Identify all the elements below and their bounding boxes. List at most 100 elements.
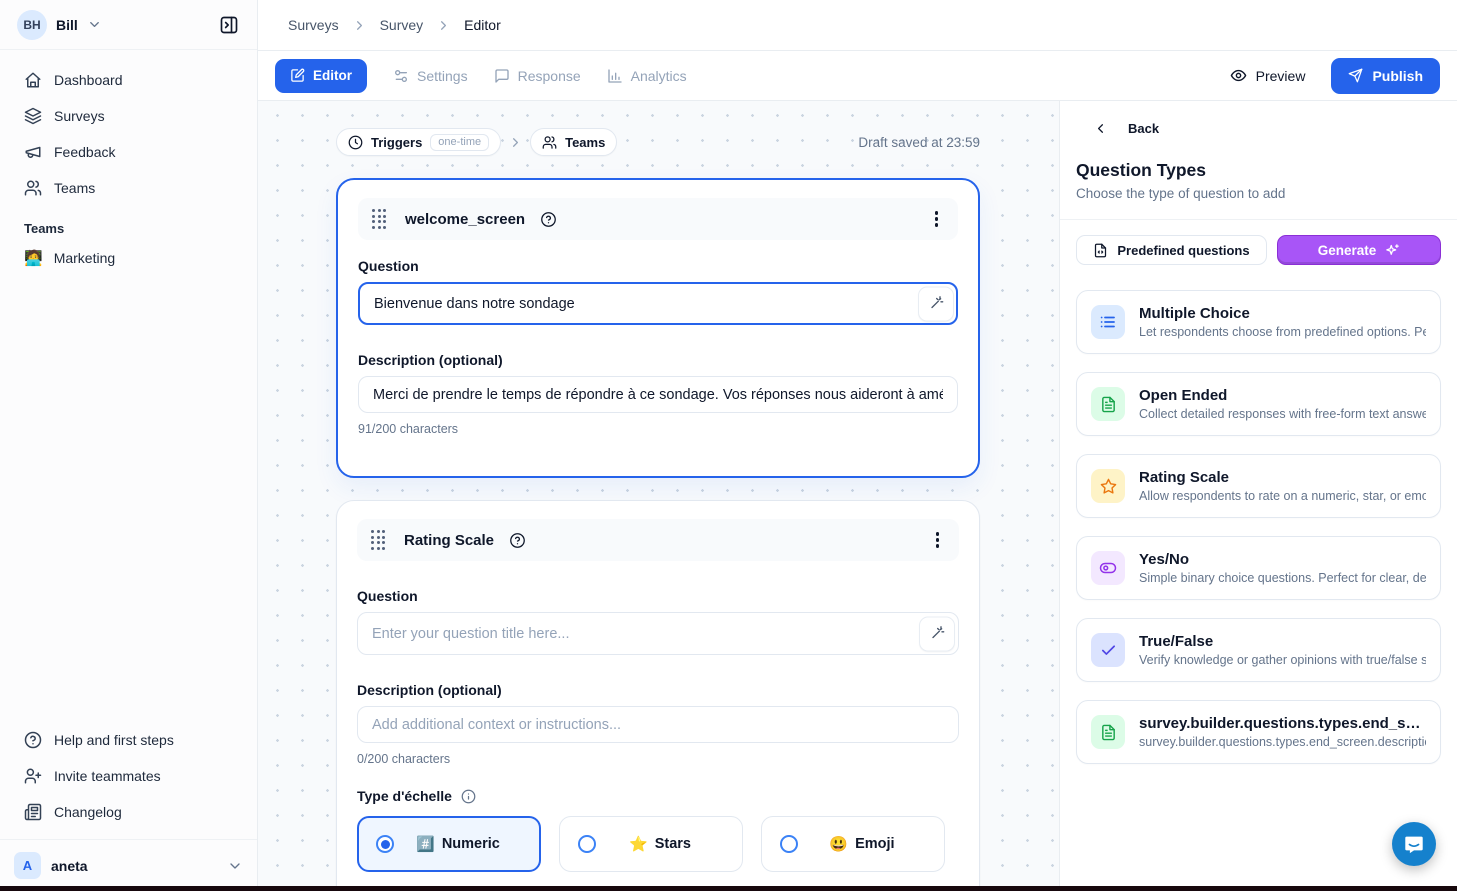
radio-icon[interactable] [578, 835, 596, 853]
chevron-right-icon [352, 18, 367, 33]
predefined-questions-button[interactable]: Predefined questions [1076, 235, 1267, 265]
question-card-header: Rating Scale [357, 519, 959, 561]
one-time-badge: one-time [430, 134, 489, 151]
type-card-rating-scale[interactable]: Rating Scale Allow respondents to rate o… [1076, 454, 1441, 518]
generate-label: Generate [1318, 243, 1377, 258]
type-card-end-screen[interactable]: survey.builder.questions.types.end_scr..… [1076, 700, 1441, 764]
char-count: 0/200 characters [357, 752, 959, 766]
account-menu[interactable]: A aneta [0, 839, 257, 891]
question-type-list: Multiple Choice Let respondents choose f… [1076, 290, 1441, 764]
drag-handle-icon[interactable] [371, 530, 385, 550]
sidebar-item-label: Teams [54, 180, 95, 196]
account-name: aneta [51, 858, 88, 874]
help-circle-icon [24, 731, 42, 749]
info-icon[interactable] [461, 789, 476, 804]
type-name: Open Ended [1139, 387, 1426, 404]
generate-button[interactable]: Generate [1277, 235, 1441, 265]
sidebar-item-dashboard[interactable]: Dashboard [12, 63, 245, 97]
char-count: 91/200 characters [358, 422, 958, 436]
sidebar-item-label: Changelog [54, 804, 122, 820]
publish-label: Publish [1372, 68, 1423, 84]
question-title-input[interactable] [357, 612, 959, 655]
tab-settings[interactable]: Settings [393, 68, 468, 84]
type-card-yes-no[interactable]: Yes/No Simple binary choice questions. P… [1076, 536, 1441, 600]
magic-wand-icon[interactable] [919, 616, 955, 651]
sidebar-item-invite[interactable]: Invite teammates [12, 759, 245, 793]
scale-option-emoji[interactable]: 😃 Emoji [761, 816, 945, 872]
type-name: Yes/No [1139, 551, 1426, 568]
radio-selected-icon[interactable] [376, 835, 394, 853]
send-icon [1348, 68, 1363, 83]
list-icon [1091, 305, 1125, 339]
preview-label: Preview [1256, 68, 1306, 84]
breadcrumb-surveys[interactable]: Surveys [288, 17, 339, 33]
bottom-edge-strip [0, 886, 1457, 891]
type-card-true-false[interactable]: True/False Verify knowledge or gather op… [1076, 618, 1441, 682]
breadcrumb-survey[interactable]: Survey [380, 17, 424, 33]
sidebar: BH Bill Dashboard Surveys Feedback [0, 0, 258, 891]
teams-chip[interactable]: Teams [530, 128, 617, 156]
check-icon [1091, 633, 1125, 667]
panel-title: Question Types [1076, 160, 1441, 181]
scale-option-label: Emoji [855, 836, 894, 852]
sparkles-icon [1385, 243, 1400, 258]
editor-toolbar: Editor Settings Response Analytics Prev [258, 51, 1457, 101]
drag-handle-icon[interactable] [372, 209, 386, 229]
tab-label: Settings [417, 68, 468, 84]
sidebar-item-changelog[interactable]: Changelog [12, 795, 245, 829]
type-card-multiple-choice[interactable]: Multiple Choice Let respondents choose f… [1076, 290, 1441, 354]
question-description-input[interactable] [358, 376, 958, 413]
scale-option-stars[interactable]: ⭐ Stars [559, 816, 743, 872]
type-card-open-ended[interactable]: Open Ended Collect detailed responses wi… [1076, 372, 1441, 436]
sidebar-item-teams[interactable]: Teams [12, 171, 245, 205]
sidebar-item-feedback[interactable]: Feedback [12, 135, 245, 169]
back-button[interactable]: Back [1076, 121, 1441, 136]
toggle-icon [1091, 551, 1125, 585]
triggers-chip-label: Triggers [371, 135, 422, 150]
user-plus-icon [24, 767, 42, 785]
help-circle-icon[interactable] [540, 211, 557, 228]
publish-button[interactable]: Publish [1331, 58, 1440, 94]
question-card-welcome-screen[interactable]: welcome_screen Question [336, 178, 980, 478]
scale-type-label: Type d'échelle [357, 788, 452, 804]
workspace-switcher[interactable]: BH Bill [0, 0, 257, 50]
clock-icon [348, 135, 363, 150]
megaphone-icon [24, 143, 42, 161]
canvas-meta-row: Triggers one-time Teams Draft saved at 2… [336, 128, 980, 156]
triggers-chip[interactable]: Triggers one-time [336, 128, 501, 156]
type-name: Rating Scale [1139, 469, 1426, 486]
newspaper-icon [24, 803, 42, 821]
question-title-input[interactable] [358, 282, 958, 325]
scale-type-options: #️⃣ Numeric ⭐ Stars [357, 816, 959, 872]
magic-wand-icon[interactable] [918, 286, 954, 321]
tab-editor[interactable]: Editor [275, 59, 367, 93]
panel-subtitle: Choose the type of question to add [1076, 186, 1441, 201]
tab-label: Analytics [631, 68, 687, 84]
pencil-square-icon [290, 68, 305, 83]
help-circle-icon[interactable] [509, 532, 526, 549]
sidebar-item-marketing[interactable]: 🧑‍💻 Marketing [12, 241, 245, 275]
question-card-rating-scale[interactable]: Rating Scale Question De [336, 500, 980, 891]
chevron-down-icon [87, 17, 102, 32]
type-description: Simple binary choice questions. Perfect … [1139, 571, 1426, 585]
preview-button[interactable]: Preview [1230, 67, 1306, 84]
home-icon [24, 71, 42, 89]
file-code-icon [1093, 243, 1108, 258]
tab-response[interactable]: Response [494, 68, 581, 84]
tab-analytics[interactable]: Analytics [607, 68, 687, 84]
account-avatar: A [14, 852, 41, 879]
radio-icon[interactable] [780, 835, 798, 853]
chat-launcher-button[interactable] [1392, 822, 1436, 866]
question-description-input[interactable] [357, 706, 959, 743]
collapse-sidebar-button[interactable] [214, 10, 244, 40]
predefined-questions-label: Predefined questions [1117, 243, 1249, 258]
card-menu-icon[interactable] [930, 528, 946, 552]
sidebar-item-help[interactable]: Help and first steps [12, 723, 245, 757]
scale-option-numeric[interactable]: #️⃣ Numeric [357, 816, 541, 872]
sidebar-item-surveys[interactable]: Surveys [12, 99, 245, 133]
description-label: Description (optional) [358, 352, 958, 368]
description-label: Description (optional) [357, 682, 959, 698]
message-square-icon [494, 68, 510, 84]
card-menu-icon[interactable] [929, 207, 945, 231]
team-label: Marketing [54, 250, 115, 266]
